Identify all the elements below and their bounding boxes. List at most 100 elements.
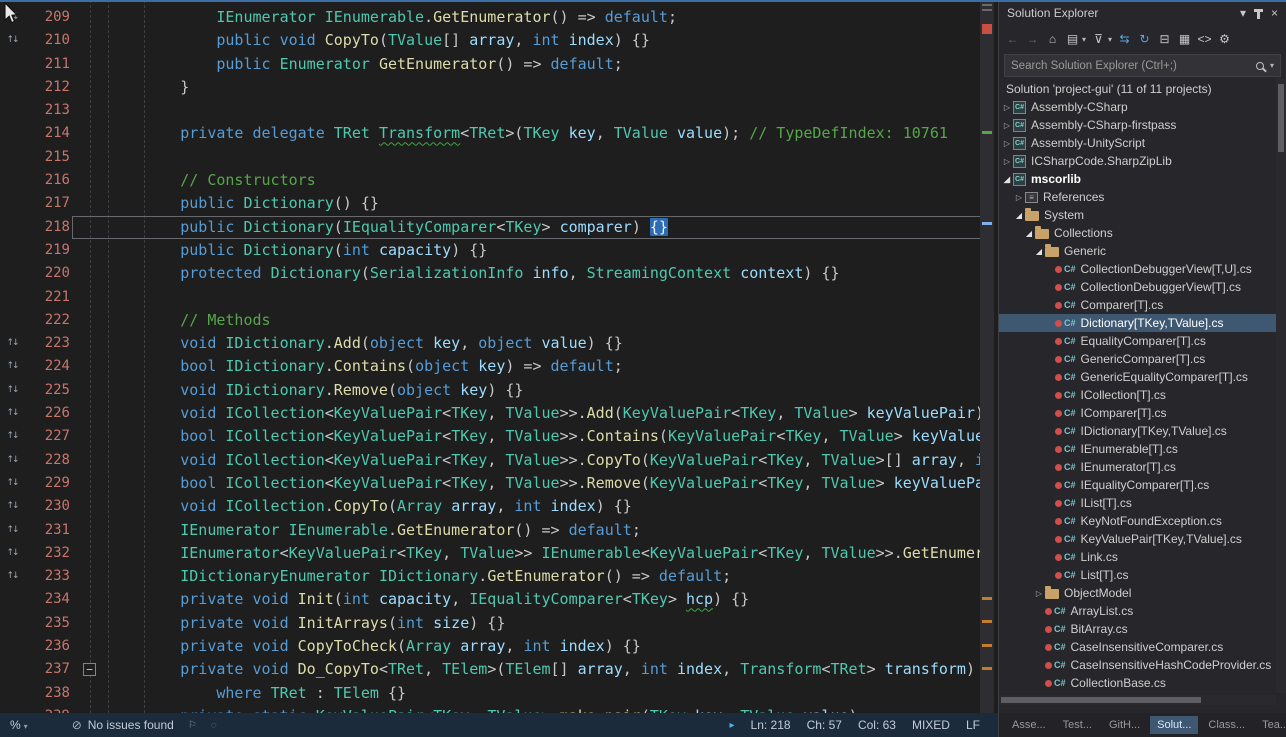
code-line-216[interactable]: 216 // Constructors xyxy=(0,169,998,192)
code-line-235[interactable]: 235 private void InitArrays(int size) {} xyxy=(0,612,998,635)
tree-open-arrow-icon[interactable]: ◢ xyxy=(1023,229,1035,238)
encoding-indicator[interactable]: MIXED xyxy=(912,718,950,732)
tree-item-references[interactable]: ▷≡References xyxy=(999,188,1276,206)
chevron-down-icon[interactable]: ▾ xyxy=(1108,35,1112,44)
column-indicator[interactable]: Col: 63 xyxy=(858,718,896,732)
tree-item-file[interactable]: C#CaseInsensitiveComparer.cs xyxy=(999,638,1276,656)
back-icon[interactable]: ← xyxy=(1005,32,1020,46)
tree-item-project-mscorlib[interactable]: ◢C#mscorlib xyxy=(999,170,1276,188)
code-line-237[interactable]: 237− private void Do_CopyTo<TRet, TElem>… xyxy=(0,658,998,681)
override-indicator-icon[interactable]: ↑↓ xyxy=(0,402,24,425)
tree-item-file[interactable]: C#CollectionBase.cs xyxy=(999,674,1276,692)
override-indicator-icon[interactable]: ↑↓ xyxy=(0,29,24,52)
code-line-222[interactable]: 222 // Methods xyxy=(0,309,998,332)
flag-icon[interactable]: ⚐ xyxy=(188,720,197,731)
code-line-221[interactable]: 221 xyxy=(0,286,998,309)
tree-horizontal-scrollbar[interactable] xyxy=(999,695,1276,705)
tree-closed-arrow-icon[interactable]: ▷ xyxy=(1001,139,1013,148)
tree-open-arrow-icon[interactable]: ◢ xyxy=(1033,247,1045,256)
override-indicator-icon[interactable]: ↑↓ xyxy=(0,495,24,518)
tree-item-file[interactable]: C#List[T].cs xyxy=(999,566,1276,584)
refresh-icon[interactable]: ↻ xyxy=(1137,32,1152,46)
tree-closed-arrow-icon[interactable]: ▷ xyxy=(1001,121,1013,130)
tree-item-file[interactable]: C#ArrayList.cs xyxy=(999,602,1276,620)
filter-icon[interactable]: ⊽ xyxy=(1091,32,1106,46)
tree-item-file[interactable]: C#KeyValuePair[TKey,TValue].cs xyxy=(999,530,1276,548)
tree-item-file[interactable]: C#EqualityComparer[T].cs xyxy=(999,332,1276,350)
tree-item-project-assembly-csharp[interactable]: ▷C#Assembly-CSharp xyxy=(999,98,1276,116)
close-icon[interactable]: × xyxy=(1271,6,1278,20)
tree-item-project-assembly-unityscript[interactable]: ▷C#Assembly-UnityScript xyxy=(999,134,1276,152)
panel-tab-class[interactable]: Class... xyxy=(1201,716,1252,734)
switch-views-icon[interactable]: ▤ xyxy=(1065,32,1080,46)
code-line-238[interactable]: 238 where TRet : TElem {} xyxy=(0,682,998,705)
code-editor[interactable]: ↑↓209 IEnumerator IEnumerable.GetEnumera… xyxy=(0,0,998,713)
code-line-209[interactable]: ↑↓209 IEnumerator IEnumerable.GetEnumera… xyxy=(0,6,998,29)
tree-item-folder-system[interactable]: ◢System xyxy=(999,206,1276,224)
tree-item-file[interactable]: C#IList[T].cs xyxy=(999,494,1276,512)
override-indicator-icon[interactable]: ↑↓ xyxy=(0,332,24,355)
tree-item-file[interactable]: C#CollectionDebuggerView[T].cs xyxy=(999,278,1276,296)
panel-tab-gith[interactable]: GitH... xyxy=(1102,716,1147,734)
code-line-219[interactable]: 219 public Dictionary(int capacity) {} xyxy=(0,239,998,262)
search-options-chevron-icon[interactable]: ▾ xyxy=(1270,61,1274,70)
tree-item-file[interactable]: C#KeyNotFoundException.cs xyxy=(999,512,1276,530)
tree-vertical-scrollbar[interactable] xyxy=(1276,78,1286,693)
tree-item-project-assembly-csharp-firstpass[interactable]: ▷C#Assembly-CSharp-firstpass xyxy=(999,116,1276,134)
search-icon[interactable] xyxy=(1256,62,1264,70)
tree-item-solution[interactable]: Solution 'project-gui' (11 of 11 project… xyxy=(999,80,1276,98)
tree-item-file[interactable]: C#CaseInsensitiveHashCodeProvider.cs xyxy=(999,656,1276,674)
code-line-217[interactable]: 217 public Dictionary() {} xyxy=(0,192,998,215)
code-line-227[interactable]: ↑↓227 bool ICollection<KeyValuePair<TKey… xyxy=(0,425,998,448)
tree-item-file[interactable]: C#IComparer[T].cs xyxy=(999,404,1276,422)
code-line-210[interactable]: ↑↓210 public void CopyTo(TValue[] array,… xyxy=(0,29,998,52)
tree-item-folder-generic[interactable]: ◢Generic xyxy=(999,242,1276,260)
tree-item-file[interactable]: C#CollectionDebuggerView[T,U].cs xyxy=(999,260,1276,278)
properties-icon[interactable]: ⚙ xyxy=(1217,32,1232,46)
override-indicator-icon[interactable]: ↑↓ xyxy=(0,472,24,495)
code-line-212[interactable]: 212 } xyxy=(0,76,998,99)
tree-open-arrow-icon[interactable]: ◢ xyxy=(1013,211,1025,220)
tree-closed-arrow-icon[interactable]: ▷ xyxy=(1001,157,1013,166)
tree-open-arrow-icon[interactable]: ◢ xyxy=(1001,175,1013,184)
show-all-files-icon[interactable]: ▦ xyxy=(1177,32,1192,46)
code-line-228[interactable]: ↑↓228 void ICollection<KeyValuePair<TKey… xyxy=(0,449,998,472)
pin-icon[interactable] xyxy=(1257,10,1260,19)
splitter-grip-icon[interactable] xyxy=(982,4,992,11)
tree-closed-arrow-icon[interactable]: ▷ xyxy=(1013,193,1025,202)
tree-item-file[interactable]: C#IEnumerable[T].cs xyxy=(999,440,1276,458)
search-input[interactable] xyxy=(1005,60,1256,72)
code-line-218[interactable]: 218 public Dictionary(IEqualityComparer<… xyxy=(0,216,998,239)
tree-item-folder-collections[interactable]: ◢Collections xyxy=(999,224,1276,242)
tree-item-file[interactable]: C#ICollection[T].cs xyxy=(999,386,1276,404)
override-indicator-icon[interactable]: ↑↓ xyxy=(0,379,24,402)
tree-closed-arrow-icon[interactable]: ▷ xyxy=(1001,103,1013,112)
zoom-control[interactable]: %▾ xyxy=(10,718,28,732)
code-line-223[interactable]: ↑↓223 void IDictionary.Add(object key, o… xyxy=(0,332,998,355)
chevron-down-icon[interactable]: ▾ xyxy=(1082,35,1086,44)
code-line-239[interactable]: 239 private static KeyValuePair<TKey, TV… xyxy=(0,705,998,713)
chevron-down-icon[interactable]: ▾ xyxy=(1240,6,1246,20)
code-line-225[interactable]: ↑↓225 void IDictionary.Remove(object key… xyxy=(0,379,998,402)
tree-item-file[interactable]: C#IEqualityComparer[T].cs xyxy=(999,476,1276,494)
code-line-213[interactable]: 213 xyxy=(0,99,998,122)
override-indicator-icon[interactable]: ↑↓ xyxy=(0,355,24,378)
panel-tab-test[interactable]: Test... xyxy=(1056,716,1099,734)
issues-indicator[interactable]: ⊘ No issues found xyxy=(72,718,174,732)
code-line-229[interactable]: ↑↓229 bool ICollection<KeyValuePair<TKey… xyxy=(0,472,998,495)
bell-icon[interactable]: ◌ xyxy=(211,720,217,731)
code-line-224[interactable]: ↑↓224 bool IDictionary.Contains(object k… xyxy=(0,355,998,378)
fold-collapse-icon[interactable]: − xyxy=(70,658,108,681)
tree-item-project-icsharpcode-sharpziplib[interactable]: ▷C#ICSharpCode.SharpZipLib xyxy=(999,152,1276,170)
forward-icon[interactable]: → xyxy=(1025,32,1040,46)
code-line-211[interactable]: 211 public Enumerator GetEnumerator() =>… xyxy=(0,53,998,76)
tree-item-file-dictionary[interactable]: C#Dictionary[TKey,TValue].cs xyxy=(999,314,1276,332)
caret-right-icon[interactable]: ▸ xyxy=(730,720,735,731)
override-indicator-icon[interactable]: ↑↓ xyxy=(0,519,24,542)
sync-with-active-document-icon[interactable]: ⇆ xyxy=(1117,32,1132,46)
code-line-233[interactable]: ↑↓233 IDictionaryEnumerator IDictionary.… xyxy=(0,565,998,588)
tree-item-file[interactable]: C#IEnumerator[T].cs xyxy=(999,458,1276,476)
scrollbar-thumb[interactable] xyxy=(1001,697,1201,703)
code-line-220[interactable]: 220 protected Dictionary(SerializationIn… xyxy=(0,262,998,285)
override-indicator-icon[interactable]: ↑↓ xyxy=(0,425,24,448)
